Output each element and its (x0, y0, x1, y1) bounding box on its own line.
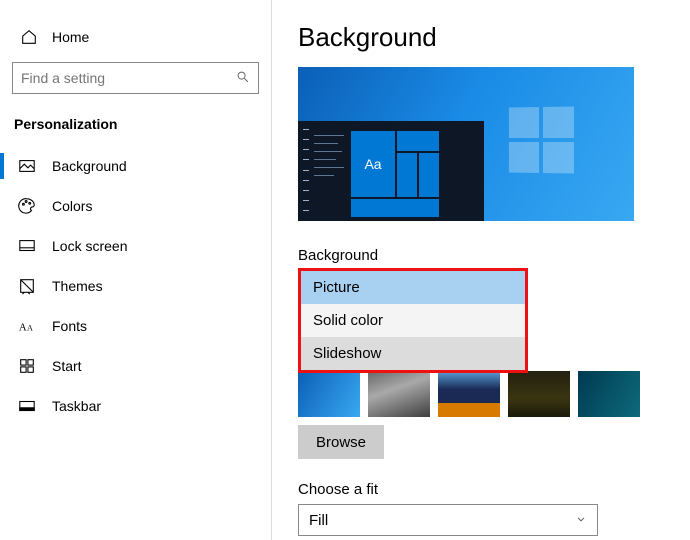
lock-screen-icon (18, 237, 36, 255)
windows-logo-icon (509, 107, 574, 174)
sidebar-item-fonts[interactable]: AA Fonts (0, 306, 271, 346)
search-input[interactable] (21, 70, 236, 86)
background-dropdown-open[interactable]: Picture Solid color Slideshow (298, 268, 528, 373)
sidebar-item-themes[interactable]: Themes (0, 266, 271, 306)
picture-thumbnail[interactable] (438, 371, 500, 417)
sidebar-item-label: Background (52, 158, 127, 174)
chevron-down-icon (575, 512, 587, 529)
picture-thumbnail[interactable] (298, 371, 360, 417)
picture-thumbnails (298, 371, 690, 417)
sidebar-item-label: Lock screen (52, 238, 127, 254)
sidebar-item-lock-screen[interactable]: Lock screen (0, 226, 271, 266)
picture-thumbnail[interactable] (368, 371, 430, 417)
themes-icon (18, 277, 36, 295)
preview-start-mock: Aa (298, 121, 484, 221)
palette-icon (18, 197, 36, 215)
search-icon (236, 70, 250, 87)
sidebar-item-colors[interactable]: Colors (0, 186, 271, 226)
sidebar-item-label: Start (52, 358, 82, 374)
fonts-icon: AA (18, 317, 36, 335)
background-option-picture[interactable]: Picture (301, 271, 525, 304)
sidebar-item-label: Colors (52, 198, 92, 214)
page-title: Background (298, 22, 690, 53)
choose-fit-label: Choose a fit (298, 481, 690, 498)
preview-tile-aa: Aa (351, 131, 395, 197)
svg-text:A: A (27, 324, 33, 333)
main-panel: Background Aa Background Picture Solid c… (272, 0, 690, 540)
taskbar-icon (18, 397, 36, 415)
search-input-container[interactable] (12, 62, 259, 94)
choose-fit-value: Fill (309, 512, 328, 529)
picture-thumbnail[interactable] (508, 371, 570, 417)
picture-thumbnail[interactable] (578, 371, 640, 417)
browse-button[interactable]: Browse (298, 425, 384, 459)
background-option-slideshow[interactable]: Slideshow (301, 337, 525, 370)
start-icon (18, 357, 36, 375)
picture-icon (18, 157, 36, 175)
sidebar-item-label: Themes (52, 278, 103, 294)
home-icon (20, 28, 38, 46)
sidebar-item-label: Taskbar (52, 398, 101, 414)
sidebar-item-start[interactable]: Start (0, 346, 271, 386)
choose-fit-dropdown[interactable]: Fill (298, 504, 598, 536)
sidebar-item-background[interactable]: Background (0, 146, 271, 186)
sidebar-item-label: Fonts (52, 318, 87, 334)
background-dropdown-label: Background (298, 247, 690, 264)
settings-sidebar: Home Personalization Background Colors L… (0, 0, 272, 540)
svg-text:A: A (19, 322, 27, 334)
background-option-solid-color[interactable]: Solid color (301, 304, 525, 337)
background-preview: Aa (298, 67, 634, 221)
sidebar-item-taskbar[interactable]: Taskbar (0, 386, 271, 426)
home-label: Home (52, 29, 89, 45)
section-title: Personalization (0, 112, 271, 146)
home-link[interactable]: Home (0, 22, 271, 62)
